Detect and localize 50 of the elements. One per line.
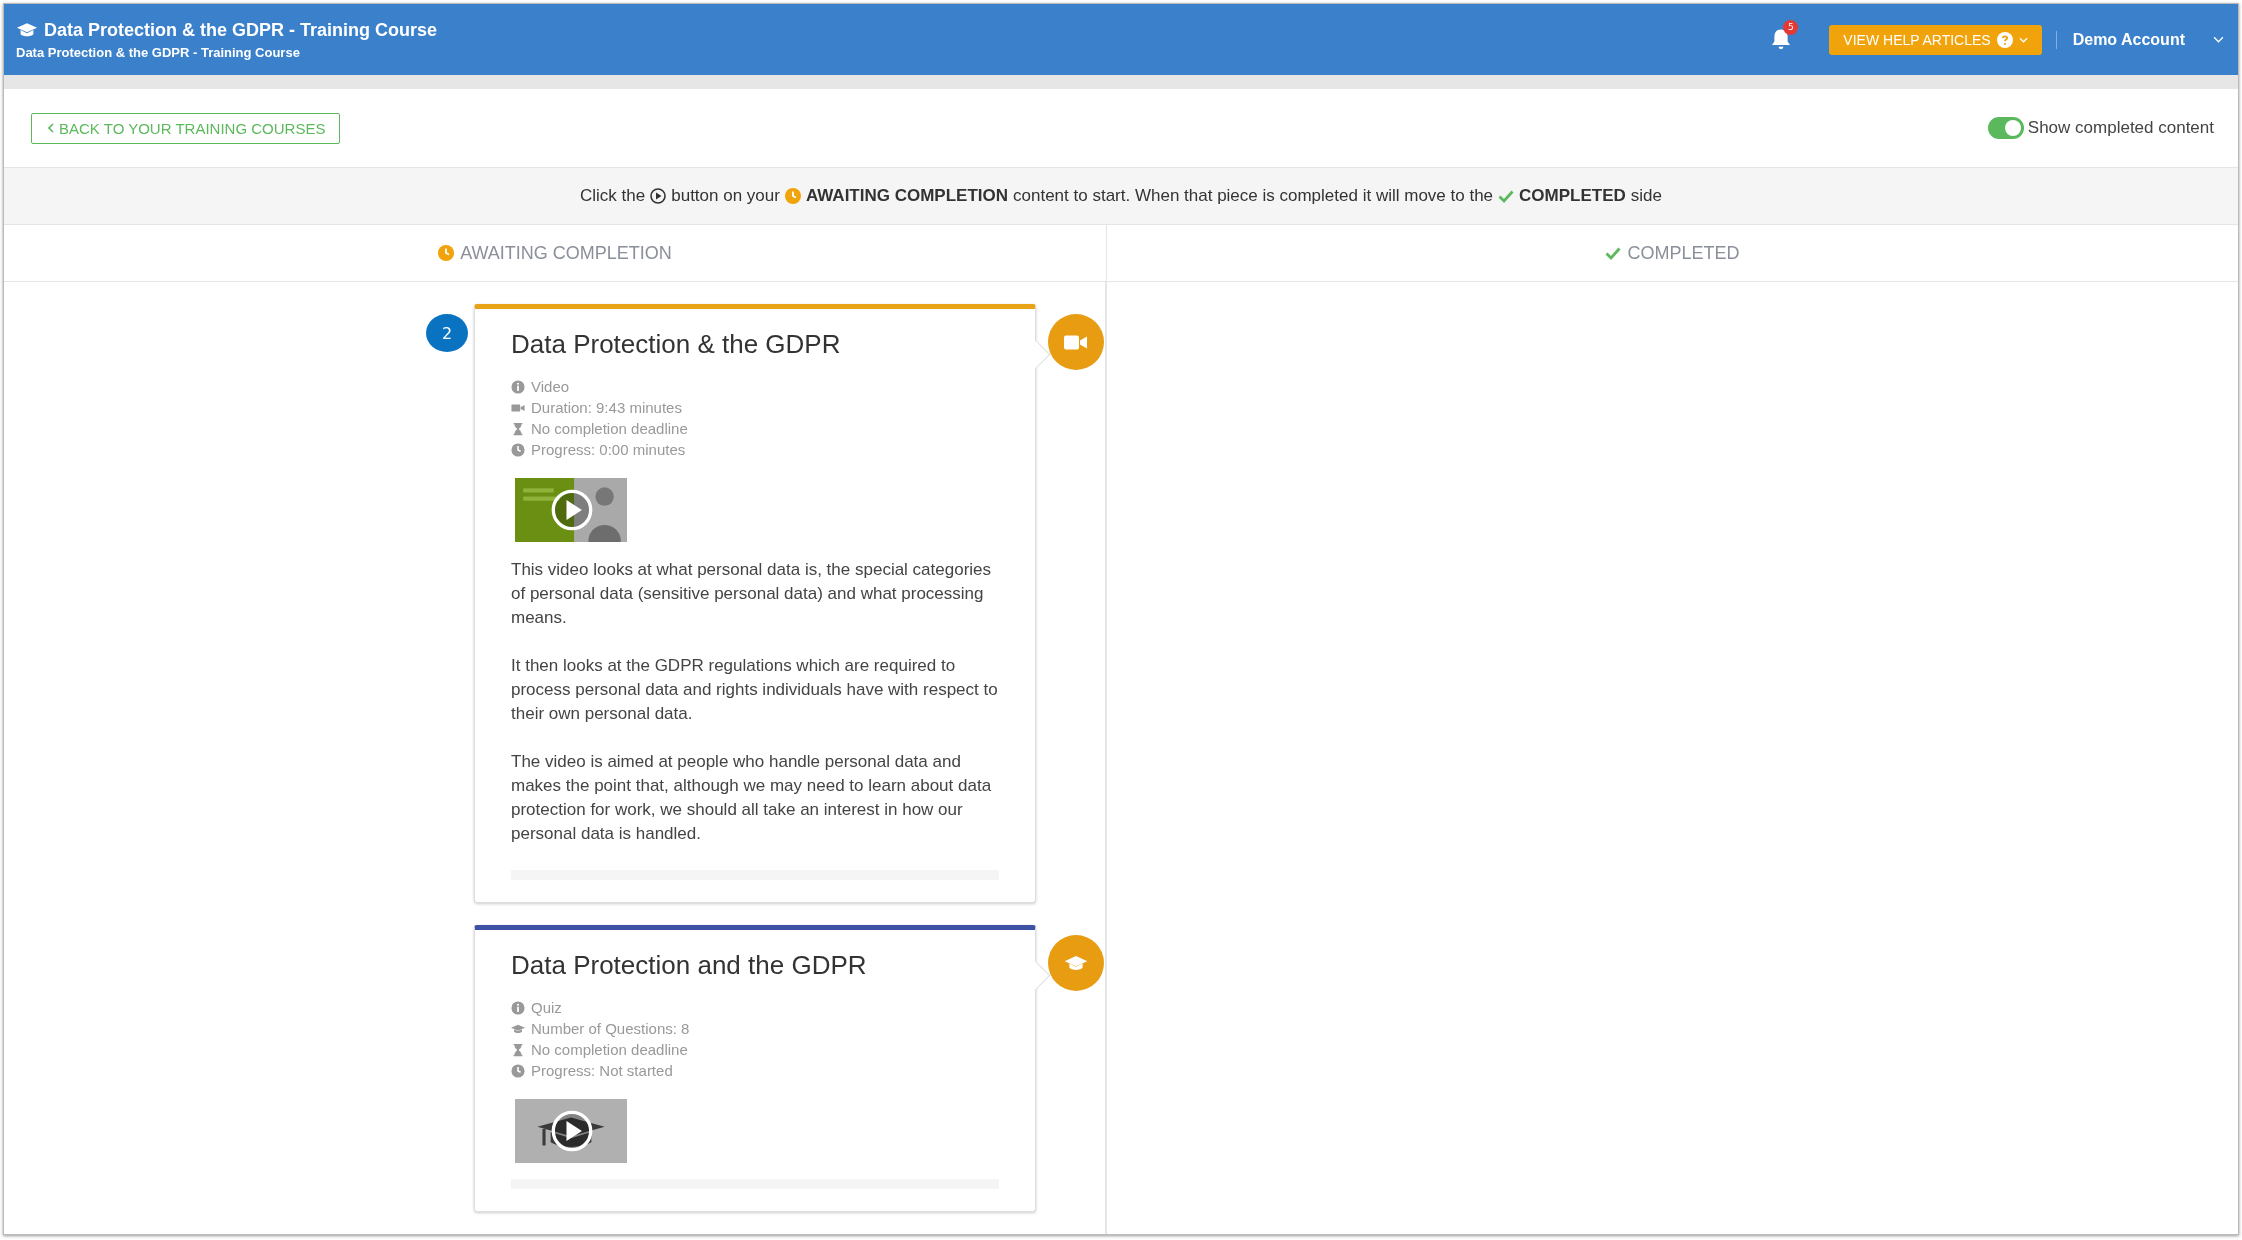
course-subtitle: Data Protection & the GDPR - Training Course (16, 44, 301, 60)
card-description: The video is aimed at people who handle personal data and makes the point that, although we may need to learn about data protection for work, we should all take an interest in how our personal data is handled. (511, 751, 993, 845)
video-camera-icon (1064, 333, 1088, 351)
hourglass-icon (511, 421, 525, 436)
chevron-left-icon (48, 123, 54, 133)
card-title: Data Protection and the GDPR (511, 950, 868, 981)
hourglass-icon (511, 1042, 525, 1057)
instruction-text: side (1630, 186, 1662, 206)
caret-icon (2018, 36, 2028, 43)
back-button[interactable]: BACK TO YOUR TRAINING COURSES (31, 112, 341, 144)
card-detail: Duration: 9:43 minutes (531, 399, 682, 416)
instruction-text: AWAITING COMPLETION (805, 186, 1009, 206)
instruction-text: COMPLETED (1519, 186, 1626, 206)
notification-badge: 5 (1783, 19, 1799, 35)
card-detail: Number of Questions: 8 (531, 1020, 690, 1037)
account-menu[interactable]: Demo Account (2072, 30, 2185, 49)
graduation-cap-icon (1064, 954, 1088, 972)
help-articles-button[interactable]: VIEW HELP ARTICLES (1829, 24, 2042, 55)
card-detail: Progress: 0:00 minutes (531, 441, 686, 458)
course-title: Data Protection & the GDPR - Training Course (44, 19, 438, 41)
play-icon[interactable] (550, 1109, 594, 1153)
caret-icon[interactable] (2213, 36, 2224, 43)
clock-icon (784, 188, 801, 204)
column-heading: COMPLETED (1627, 242, 1740, 264)
check-icon (1498, 188, 1515, 204)
card-detail: No completion deadline (531, 420, 688, 437)
toggle-switch[interactable] (1987, 117, 2024, 139)
instruction-text: Click the (580, 186, 646, 206)
card-detail: Progress: Not started (531, 1062, 673, 1079)
card-detail: No completion deadline (531, 1041, 688, 1058)
card-detail: Quiz (531, 999, 562, 1016)
check-icon (1605, 245, 1622, 261)
card-title: Data Protection & the GDPR (511, 329, 842, 360)
play-icon (650, 188, 667, 204)
play-icon[interactable] (550, 488, 594, 532)
graduation-cap-icon (16, 21, 38, 39)
instruction-text: button on your (671, 186, 780, 206)
card-description: It then looks at the GDPR regulations which are required to process personal data and rights individuals have with respect to their own personal data. (511, 655, 999, 725)
step-number: 2 (426, 314, 468, 352)
clock-icon (511, 1063, 525, 1078)
clock-icon (438, 245, 455, 261)
column-heading: AWAITING COMPLETION (460, 242, 672, 264)
card-detail: Video (531, 378, 570, 395)
info-icon (511, 379, 525, 394)
info-icon (511, 1000, 525, 1015)
instruction-text: content to start. When that piece is completed it will move to the (1013, 186, 1494, 206)
toggle-label: Show completed content (2027, 118, 2214, 138)
help-icon (1996, 31, 2013, 48)
card-description: This video looks at what personal data is, the special categories of personal data (sensitive personal data) and what processing means. (511, 559, 993, 629)
clock-icon (511, 442, 525, 457)
